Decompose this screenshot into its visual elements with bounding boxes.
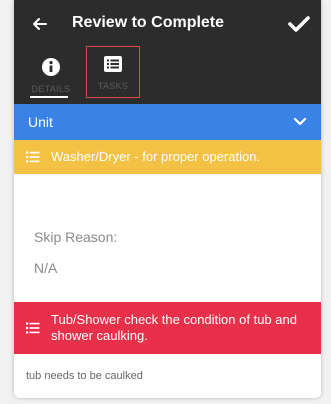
checkmark-icon — [288, 16, 310, 32]
app-screen: Review to Complete DETAILS TASKS Unit Wa… — [14, 0, 321, 398]
page-title: Review to Complete — [72, 14, 225, 31]
task-washer-dryer[interactable]: Washer/Dryer - for proper operation. — [14, 140, 321, 174]
task-note-section: tub needs to be caulked — [14, 354, 321, 398]
checklist-icon — [26, 151, 40, 163]
tab-details[interactable]: DETAILS — [22, 50, 80, 98]
tab-bar: DETAILS TASKS — [14, 46, 321, 104]
task-tub-shower[interactable]: Tub/Shower check the condition of tub an… — [14, 302, 321, 354]
app-bar: Review to Complete DETAILS TASKS — [14, 0, 321, 104]
tab-details-label: DETAILS — [31, 84, 71, 94]
task-note: tub needs to be caulked — [26, 370, 143, 382]
info-circle-icon — [42, 58, 60, 76]
task-title: Washer/Dryer - for proper operation. — [51, 149, 261, 164]
unit-label: Unit — [28, 114, 53, 130]
active-tab-indicator — [30, 96, 68, 98]
title-row: Review to Complete — [14, 0, 321, 46]
skip-reason-value: N/A — [34, 260, 58, 276]
back-button[interactable] — [28, 12, 52, 36]
list-icon — [104, 56, 122, 72]
unit-dropdown[interactable]: Unit — [14, 104, 321, 140]
skip-reason-section: Skip Reason: N/A — [14, 174, 321, 302]
confirm-button[interactable] — [285, 10, 313, 38]
tab-tasks-label: TASKS — [97, 81, 129, 91]
arrow-left-icon — [33, 18, 47, 30]
chevron-down-icon — [293, 117, 307, 126]
tab-tasks[interactable]: TASKS — [86, 46, 140, 98]
checklist-icon — [26, 322, 40, 334]
skip-reason-label: Skip Reason: — [34, 229, 118, 245]
task-title: Tub/Shower check the condition of tub an… — [51, 312, 297, 343]
